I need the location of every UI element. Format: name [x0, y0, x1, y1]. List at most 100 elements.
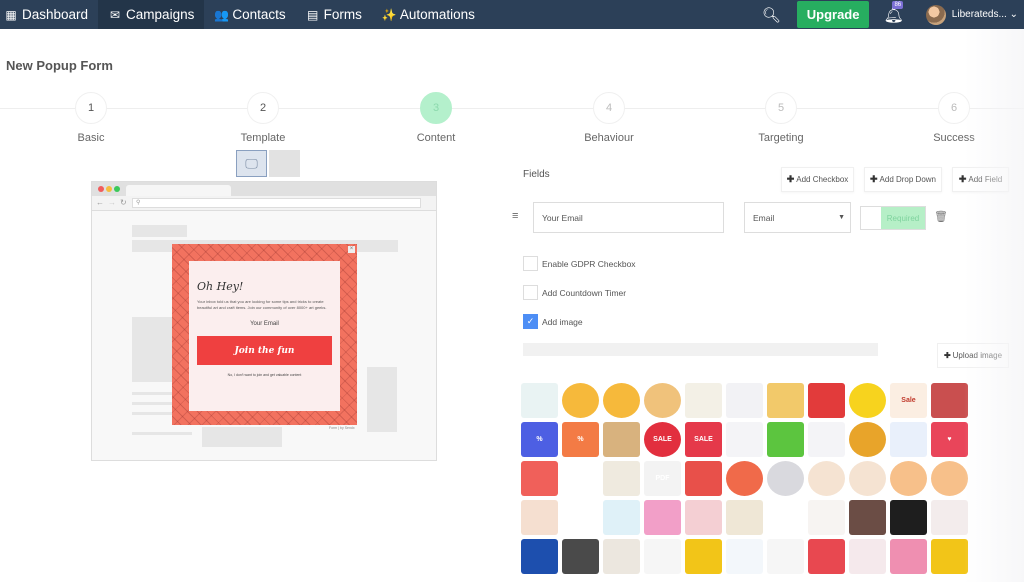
fields-heading: Fields — [523, 169, 550, 180]
gallery-image-pixels[interactable] — [890, 539, 927, 574]
gallery-image-pacman[interactable] — [562, 500, 599, 535]
gallery-image-books[interactable] — [603, 383, 640, 418]
gallery-image-brain[interactable] — [521, 461, 558, 496]
gallery-image-yellow-envelope[interactable] — [849, 383, 886, 418]
gallery-image-bunting[interactable] — [726, 539, 763, 574]
popup-join-button[interactable]: Join the fun — [197, 336, 332, 365]
gallery-image-open-envelope[interactable] — [767, 383, 804, 418]
countdown-checkbox[interactable] — [523, 285, 538, 300]
gdpr-checkbox-row[interactable]: Enable GDPR Checkbox — [523, 256, 636, 271]
gallery-image-sale-ribbon[interactable]: Sale — [890, 383, 927, 418]
add-image-checkbox-row[interactable]: ✓ Add image — [523, 314, 583, 329]
trash-icon[interactable]: 🗑 — [934, 210, 948, 223]
step-basic[interactable]: 1 Basic — [46, 92, 136, 144]
nav-dashboard[interactable]: ▦ Dashboard — [0, 0, 98, 29]
gallery-image-heart-chat[interactable]: ♥ — [931, 422, 968, 457]
gallery-image-paper-plane[interactable] — [562, 461, 599, 496]
gallery-image-hearts[interactable] — [603, 500, 640, 535]
step-template[interactable]: 2 Template — [218, 92, 308, 144]
gallery-image-document-gear[interactable] — [644, 383, 681, 418]
gallery-image-lamp[interactable] — [931, 539, 968, 574]
gallery-image-desk[interactable] — [562, 539, 599, 574]
nav-contacts[interactable]: 👥 Contacts — [204, 0, 295, 29]
field-label-input[interactable]: Your Email — [533, 202, 724, 233]
gallery-image-man-orange[interactable] — [521, 500, 558, 535]
gallery-image-boy-avatar[interactable] — [931, 461, 968, 496]
add-image-checkbox[interactable]: ✓ — [523, 314, 538, 329]
gallery-image-man-glasses[interactable] — [808, 461, 845, 496]
gallery-image-blue-stars[interactable] — [521, 539, 558, 574]
gallery-image-checklist[interactable] — [726, 422, 763, 457]
gallery-image-confetti[interactable] — [644, 539, 681, 574]
desktop-view-button[interactable]: 🖵 — [236, 150, 267, 177]
add-checkbox-button[interactable]: ✚ Add Checkbox — [781, 167, 854, 192]
gallery-image-pdf[interactable]: PDF — [644, 461, 681, 496]
gallery-image-sale-badge[interactable]: SALE — [644, 422, 681, 457]
required-toggle[interactable]: Required — [860, 206, 926, 230]
gallery-image-pattern[interactable] — [726, 500, 763, 535]
gallery-image-raccoon[interactable] — [767, 461, 804, 496]
user-menu[interactable]: Liberateds... ⌄ — [952, 9, 1018, 20]
add-dropdown-button[interactable]: ✚ Add Drop Down — [864, 167, 942, 192]
window-close-dot — [98, 186, 104, 192]
gallery-image-woman[interactable] — [849, 461, 886, 496]
gallery-image-yellow-plain[interactable] — [685, 539, 722, 574]
gallery-image-newsletter[interactable] — [603, 461, 640, 496]
gallery-image-shopping-bag[interactable]: % — [521, 422, 558, 457]
step-label: Content — [416, 132, 456, 144]
step-targeting[interactable]: 5 Targeting — [736, 92, 826, 144]
gallery-image-pink-shape[interactable] — [849, 539, 886, 574]
gallery-image-man-red[interactable] — [808, 539, 845, 574]
gallery-image-case-study[interactable] — [726, 383, 763, 418]
toggle-knob — [861, 207, 881, 229]
placeholder-block — [132, 317, 172, 382]
image-url-input[interactable] — [523, 343, 878, 356]
steps-line — [0, 108, 1024, 109]
gallery-image-baby[interactable] — [685, 500, 722, 535]
placeholder-block — [132, 225, 187, 237]
gallery-image-man-avatar[interactable] — [890, 461, 927, 496]
nav-campaigns[interactable]: ✉ Campaigns — [98, 0, 205, 29]
popup-email-field[interactable]: Your Email — [197, 321, 332, 327]
gallery-image-dino[interactable] — [644, 500, 681, 535]
gallery-image-red-envelope[interactable] — [808, 383, 845, 418]
gallery-image-document-search[interactable] — [685, 383, 722, 418]
nav-automations[interactable]: ✨ Automations — [372, 0, 485, 29]
gallery-image-book[interactable] — [562, 383, 599, 418]
forward-arrow-icon: → — [108, 198, 116, 207]
gallery-image-cyber-monday[interactable] — [849, 422, 886, 457]
gallery-image-sale-tag[interactable]: SALE — [685, 422, 722, 457]
gallery-image-round-frame[interactable] — [849, 500, 886, 535]
gallery-image-notepad[interactable] — [890, 422, 927, 457]
popup-preview[interactable]: × Oh Hey! Your inbox told us that you ar… — [172, 244, 357, 425]
popup-decline-link[interactable]: No, I don't want to join and get valuabl… — [197, 373, 332, 377]
step-content[interactable]: 3 Content — [391, 92, 481, 144]
gallery-image-megaphone[interactable] — [808, 422, 845, 457]
step-behaviour[interactable]: 4 Behaviour — [564, 92, 654, 144]
gallery-image-gift-tags[interactable] — [603, 539, 640, 574]
add-image-label: Add image — [542, 316, 583, 327]
gallery-image-woman-standing[interactable] — [767, 539, 804, 574]
gallery-image-floral-frame[interactable] — [808, 500, 845, 535]
search-icon[interactable]: 🔍︎ — [762, 6, 781, 24]
gallery-image-loyalty-cards[interactable] — [931, 383, 968, 418]
drag-handle-icon[interactable]: ≡ — [512, 210, 518, 222]
gallery-image-planet[interactable] — [726, 461, 763, 496]
gallery-image-gift[interactable] — [767, 422, 804, 457]
gallery-image-limited-stock-box[interactable] — [603, 422, 640, 457]
countdown-checkbox-row[interactable]: Add Countdown Timer — [523, 285, 626, 300]
gallery-image-yellow-frame[interactable] — [890, 500, 927, 535]
notifications-button[interactable]: 🔔︎ 86 — [883, 0, 904, 25]
gallery-image-newspaper[interactable] — [521, 383, 558, 418]
gdpr-checkbox[interactable] — [523, 256, 538, 271]
gallery-image-discount-tag[interactable]: % — [562, 422, 599, 457]
mobile-view-button[interactable] — [269, 150, 300, 177]
popup-close-icon[interactable]: × — [348, 246, 355, 253]
upgrade-button[interactable]: Upgrade — [796, 1, 870, 28]
avatar[interactable] — [925, 4, 946, 25]
gallery-image-flowers[interactable] — [931, 500, 968, 535]
gallery-image-gift-box[interactable] — [685, 461, 722, 496]
field-type-select[interactable]: Email ▼ — [744, 202, 851, 233]
nav-forms[interactable]: ▤ Forms — [296, 0, 372, 29]
gallery-image-black-fluff[interactable] — [767, 500, 804, 535]
